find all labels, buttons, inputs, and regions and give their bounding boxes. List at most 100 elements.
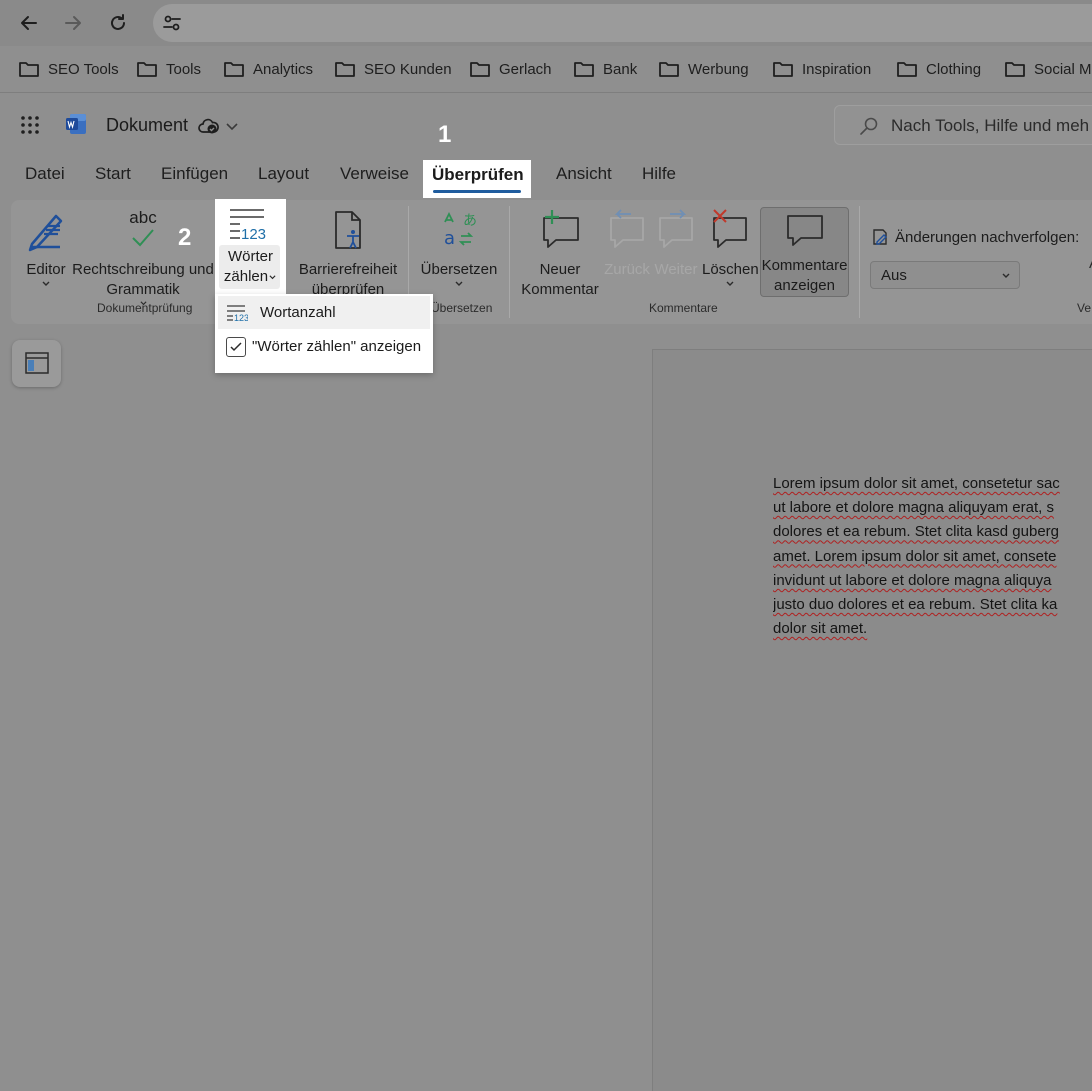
back-icon[interactable] (14, 8, 44, 38)
svg-text:a: a (444, 228, 455, 249)
tab-layout[interactable]: Layout (258, 164, 309, 184)
doc-line: ut labore et dolore magna aliquyam erat,… (773, 499, 1054, 517)
svg-text:123: 123 (234, 313, 248, 322)
group-label-comments: Kommentare (649, 301, 718, 315)
chevron-down-icon[interactable] (225, 120, 239, 132)
comments-icon (787, 215, 823, 246)
chevron-down-icon (1002, 273, 1010, 278)
tab-einfuegen[interactable]: Einfügen (161, 164, 228, 184)
group-label-tracking: Ve (1077, 301, 1092, 315)
bookmark-folder[interactable]: Werbung (658, 59, 749, 79)
translate-icon: あ a (444, 211, 477, 249)
document-title[interactable]: Dokument (106, 115, 188, 136)
delete-comment-button[interactable]: Löschen (702, 208, 759, 288)
spellcheck-icon: abc (72, 208, 214, 252)
next-comment-icon (659, 209, 693, 248)
word-count-icon: 123 (227, 304, 248, 322)
folder-icon (224, 62, 244, 77)
doc-line: amet. Lorem ipsum dolor sit amet, conset… (773, 547, 1057, 565)
folder-icon (335, 62, 355, 77)
bookmark-folder[interactable]: Tools (136, 59, 201, 79)
site-settings-icon[interactable] (161, 12, 183, 34)
app-header: Dokument (0, 94, 1092, 154)
bookmark-folder[interactable]: Clothing (896, 59, 981, 79)
navigation-pane-button[interactable] (12, 340, 61, 387)
editor-pen-icon (28, 214, 63, 252)
document-body[interactable]: Lorem ipsum dolor sit amet, consetetur s… (773, 472, 1092, 641)
forward-icon[interactable] (58, 8, 88, 38)
reload-icon[interactable] (103, 8, 133, 38)
tab-verweise[interactable]: Verweise (340, 164, 409, 184)
ribbon-tabs: Datei Start Einfügen Layout Verweise Ans… (0, 154, 1092, 198)
doc-line: invidunt ut labore et dolore magna aliqu… (773, 571, 1052, 589)
folder-icon (897, 62, 917, 77)
ribbon-separator (509, 206, 510, 318)
spelling-grammar-button[interactable]: abc Rechtschreibung und Grammatik (72, 208, 214, 307)
translate-button[interactable]: あ a Übersetzen (419, 208, 499, 288)
editor-button[interactable]: Editor (21, 208, 71, 288)
folder-icon (773, 62, 793, 77)
search-icon (860, 117, 878, 135)
word-count-icon: 123 (230, 209, 266, 241)
next-comment-button[interactable]: Weiter (653, 208, 699, 280)
doc-line: Lorem ipsum dolor sit amet, consetetur s… (773, 475, 1060, 492)
navigation-pane-icon (25, 352, 49, 374)
tab-ueberpruefen-label: Überprüfen (432, 165, 524, 184)
bookmark-folder[interactable]: Analytics (223, 59, 313, 79)
track-changes-select[interactable]: Aus (870, 261, 1020, 289)
bookmark-folder[interactable]: Social M (1004, 59, 1092, 79)
word-count-menu: 123 Wortanzahl "Wörter zählen" anzeigen (215, 294, 433, 373)
chevron-down-icon (42, 281, 50, 286)
accessibility-icon (335, 211, 361, 249)
folder-icon (659, 62, 679, 77)
active-tab-indicator (433, 190, 521, 193)
bookmark-folder[interactable]: Bank (573, 59, 637, 79)
document-page[interactable]: Lorem ipsum dolor sit amet, consetetur s… (652, 349, 1092, 1091)
new-comment-button[interactable]: Neuer Kommentar (519, 208, 601, 300)
tab-ansicht[interactable]: Ansicht (556, 164, 612, 184)
new-comment-icon (543, 210, 579, 248)
show-comments-button[interactable]: Kommentare anzeigen (760, 207, 849, 297)
chevron-down-icon (455, 281, 463, 286)
svg-text:123: 123 (241, 226, 266, 241)
bookmarks-bar: SEO Tools Tools Analytics SEO Kunden Ger… (0, 46, 1092, 93)
tab-datei[interactable]: Datei (25, 164, 65, 184)
step-callout-1: 1 (438, 121, 452, 148)
address-bar[interactable] (153, 4, 1092, 42)
doc-line: dolor sit amet. (773, 620, 868, 638)
tab-start[interactable]: Start (95, 164, 131, 184)
folder-icon (574, 62, 594, 77)
show-word-count-checkbox[interactable] (226, 336, 246, 357)
tab-hilfe[interactable]: Hilfe (642, 164, 676, 184)
bookmark-folder[interactable]: Gerlach (469, 59, 552, 79)
tab-ueberpruefen[interactable]: Überprüfen (423, 160, 531, 198)
search-input[interactable] (891, 114, 1092, 138)
bookmark-folder[interactable]: Inspiration (772, 59, 871, 79)
app-launcher-icon[interactable] (20, 115, 40, 135)
menu-item-wortanzahl[interactable]: 123 Wortanzahl (218, 296, 430, 329)
search-box[interactable] (834, 105, 1092, 145)
menu-item-show-word-count[interactable]: "Wörter zählen" anzeigen (218, 330, 430, 363)
previous-comment-button[interactable]: Zurück (603, 208, 651, 280)
doc-line: justo duo dolores et ea rebum. Stet clit… (773, 595, 1058, 613)
ribbon-separator (859, 206, 860, 318)
group-label-proofing: Dokumentprüfung (97, 301, 193, 315)
checkmark-icon (230, 341, 242, 351)
previous-comment-icon (610, 209, 644, 248)
word-logo-icon (66, 114, 86, 134)
delete-comment-icon (713, 209, 747, 248)
doc-line: dolores et ea rebum. Stet clita kasd gub… (773, 523, 1059, 541)
svg-text:あ: あ (463, 213, 477, 229)
cloud-saved-icon[interactable] (197, 116, 219, 136)
folder-icon (1005, 62, 1025, 77)
bookmark-folder[interactable]: SEO Kunden (334, 59, 452, 79)
folder-icon (19, 62, 39, 77)
chevron-down-icon (269, 275, 276, 280)
browser-toolbar (0, 0, 1092, 46)
word-count-button[interactable]: 123 Wörter zählen (215, 199, 286, 295)
bookmark-folder[interactable]: SEO Tools (18, 59, 119, 79)
folder-icon (137, 62, 157, 77)
folder-icon (470, 62, 490, 77)
chevron-down-icon (726, 281, 734, 286)
accessibility-check-button[interactable]: Barrierefreiheit überprüfen (294, 208, 402, 300)
